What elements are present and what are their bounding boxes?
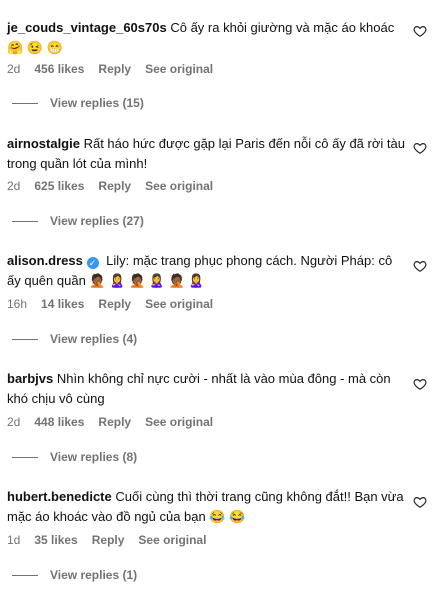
comment-age: 2d	[7, 179, 21, 193]
comment-age: 2d	[7, 62, 21, 76]
comment-username[interactable]: airnostalgie	[7, 136, 80, 151]
divider-line	[12, 456, 38, 458]
reply-button[interactable]: Reply	[98, 179, 131, 193]
comment-text: Cô ấy ra khỏi giường và mặc áo khoác	[170, 20, 395, 35]
comment-text: Nhìn không chỉ nực cười - nhất là vào mù…	[7, 371, 391, 406]
comment-age: 16h	[7, 297, 28, 311]
view-replies-label: View replies (27)	[50, 214, 144, 228]
comment-username[interactable]: alison.dress	[7, 253, 83, 268]
divider-line	[12, 102, 38, 104]
comment-text-block: je_couds_vintage_60s70s Cô ấy ra khỏi gi…	[7, 18, 407, 58]
comment-text-block: airnostalgie Rất háo hức được gặp lại Pa…	[7, 134, 407, 174]
likes-count[interactable]: 448 likes	[34, 415, 84, 429]
view-replies-button[interactable]: View replies (27)	[12, 214, 144, 228]
heart-icon[interactable]	[413, 24, 427, 38]
reply-button[interactable]: Reply	[98, 62, 131, 76]
view-replies-button[interactable]: View replies (1)	[12, 568, 137, 582]
comment-emoji: 🤦🏾 🙎‍♀️ 🤦🏾 🙎‍♀️ 🤦🏾 🙎‍♀️	[89, 273, 205, 288]
likes-count[interactable]: 456 likes	[34, 62, 84, 76]
comment-age: 1d	[7, 533, 21, 547]
comment-emoji: 😂 😂	[209, 509, 246, 524]
comment-text-block: hubert.benedicte Cuối cùng thì thời tran…	[7, 487, 407, 527]
view-replies-button[interactable]: View replies (8)	[12, 450, 137, 464]
comment-username[interactable]: barbjvs	[7, 371, 53, 386]
heart-icon[interactable]	[413, 495, 427, 509]
view-replies-label: View replies (4)	[50, 332, 138, 346]
comment-username[interactable]: je_couds_vintage_60s70s	[7, 20, 167, 35]
heart-icon[interactable]	[413, 141, 427, 155]
view-replies-button[interactable]: View replies (15)	[12, 96, 144, 110]
see-original-button[interactable]: See original	[145, 179, 213, 193]
comment-meta: 1d 35 likes Reply See original	[7, 533, 206, 547]
comment-emoji: 🤗 😉 😁	[7, 40, 63, 55]
see-original-button[interactable]: See original	[138, 533, 206, 547]
see-original-button[interactable]: See original	[145, 415, 213, 429]
comment-age: 2d	[7, 415, 21, 429]
see-original-button[interactable]: See original	[145, 297, 213, 311]
view-replies-label: View replies (15)	[50, 96, 144, 110]
view-replies-button[interactable]: View replies (4)	[12, 332, 137, 346]
heart-icon[interactable]	[413, 259, 427, 273]
reply-button[interactable]: Reply	[98, 415, 131, 429]
reply-button[interactable]: Reply	[98, 297, 131, 311]
divider-line	[12, 338, 38, 340]
comment-meta: 2d 448 likes Reply See original	[7, 415, 213, 429]
likes-count[interactable]: 625 likes	[34, 179, 84, 193]
heart-icon[interactable]	[413, 377, 427, 391]
comment-meta: 2d 456 likes Reply See original	[7, 62, 213, 76]
comment-meta: 2d 625 likes Reply See original	[7, 179, 213, 193]
reply-button[interactable]: Reply	[92, 533, 125, 547]
verified-badge-icon: ✓	[86, 257, 99, 269]
view-replies-label: View replies (8)	[50, 450, 138, 464]
see-original-button[interactable]: See original	[145, 62, 213, 76]
comment-text-block: alison.dress ✓ Lily: mặc trang phục phon…	[7, 251, 407, 291]
divider-line	[12, 574, 38, 576]
divider-line	[12, 220, 38, 222]
comment-text-block: barbjvs Nhìn không chỉ nực cười - nhất l…	[7, 369, 407, 409]
comment-username[interactable]: hubert.benedicte	[7, 489, 112, 504]
comment-meta: 16h 14 likes Reply See original	[7, 297, 213, 311]
likes-count[interactable]: 14 likes	[41, 297, 84, 311]
view-replies-label: View replies (1)	[50, 568, 138, 582]
likes-count[interactable]: 35 likes	[34, 533, 77, 547]
